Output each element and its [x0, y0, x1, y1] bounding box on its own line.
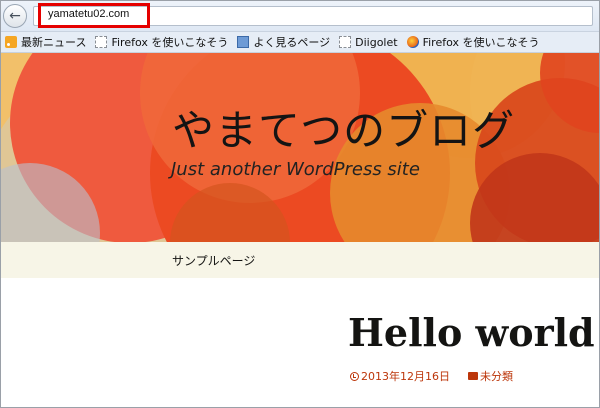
back-arrow-icon: ← — [9, 8, 21, 24]
post-category: 未分類 — [480, 370, 513, 383]
bookmark-firefox-guide-2[interactable]: Firefox を使いこなそう — [404, 32, 546, 53]
url-annotation-box — [38, 3, 150, 28]
nav-item-sample-page[interactable]: サンプルページ — [172, 252, 255, 269]
clock-icon — [350, 371, 359, 381]
bookmark-label: よく見るページ — [253, 36, 331, 49]
bookmark-diigolet[interactable]: Diigolet — [336, 32, 403, 53]
browser-toolbar: ← yamatetu02.com — [0, 0, 600, 32]
site-navbar: サンプルページ — [0, 242, 600, 278]
folder-icon — [468, 372, 478, 380]
site-tagline: Just another WordPress site — [171, 159, 420, 180]
bookmark-frequent-pages[interactable]: よく見るページ — [234, 32, 336, 53]
site-title[interactable]: やまてつのブログ — [172, 97, 515, 158]
bookmark-label: 最新ニュース — [21, 36, 87, 49]
post-date: 2013年12月16日 — [361, 370, 450, 383]
post-meta: 2013年12月16日 未分類 — [350, 368, 513, 384]
firefox-icon — [406, 36, 419, 48]
image-icon — [237, 36, 250, 48]
rss-icon — [5, 36, 17, 48]
post-date-link[interactable]: 2013年12月16日 — [350, 368, 450, 384]
page-icon — [95, 36, 108, 48]
bookmark-firefox-guide[interactable]: Firefox を使いこなそう — [92, 32, 234, 53]
bookmark-label: Diigolet — [355, 35, 398, 49]
bookmarks-toolbar: 最新ニュース Firefox を使いこなそう よく見るページ Diigolet … — [0, 32, 600, 53]
bookmark-label: Firefox を使いこなそう — [422, 36, 540, 49]
back-button[interactable]: ← — [3, 4, 27, 28]
page-icon — [339, 36, 352, 48]
site-header: やまてつのブログ Just another WordPress site — [0, 53, 600, 242]
bookmark-latest-news[interactable]: 最新ニュース — [2, 32, 92, 53]
post-title[interactable]: Hello world! — [348, 310, 600, 355]
post-category-link[interactable]: 未分類 — [468, 368, 513, 384]
bookmark-label: Firefox を使いこなそう — [111, 36, 229, 49]
